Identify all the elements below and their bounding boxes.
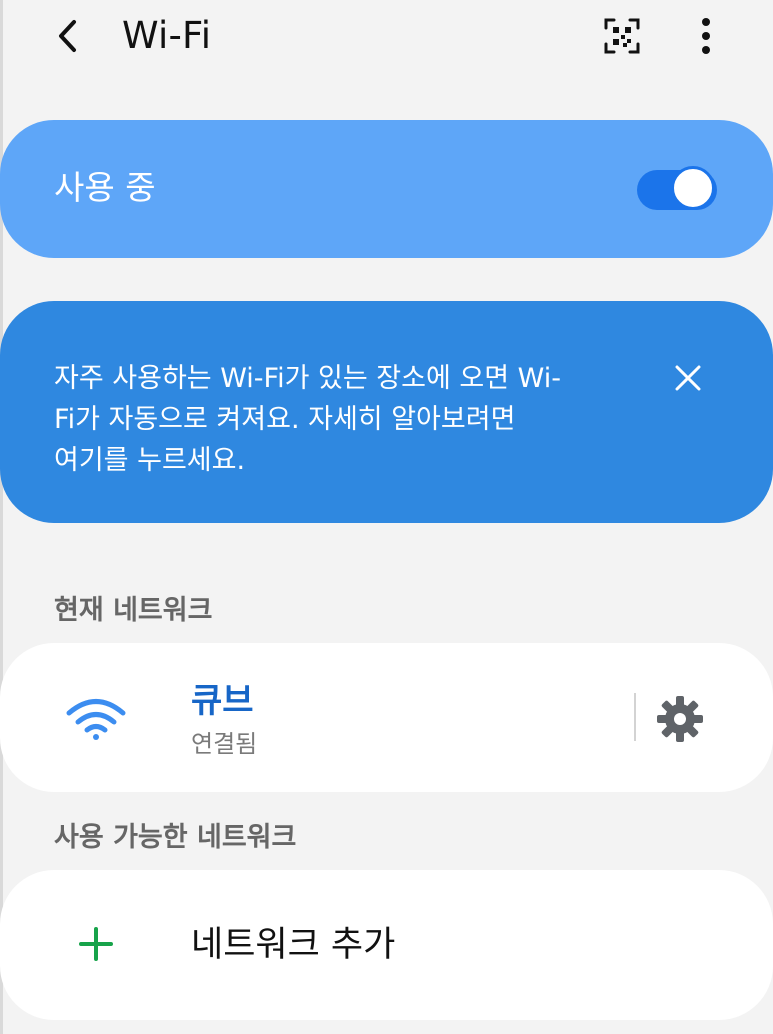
current-network-card[interactable]: 큐브 연결됨 — [0, 643, 773, 792]
chevron-left-icon — [59, 20, 76, 52]
back-button[interactable] — [44, 12, 92, 60]
network-name: 큐브 — [191, 681, 254, 721]
wifi-switch[interactable] — [637, 166, 717, 214]
current-network-section-title: 현재 네트워크 — [54, 595, 213, 626]
add-network-card[interactable]: 네트워크 추가 — [0, 870, 773, 1020]
network-divider — [634, 693, 636, 741]
gear-icon — [657, 696, 703, 742]
auto-wifi-tip-card[interactable]: 자주 사용하는 Wi-Fi가 있는 장소에 오면 Wi- Fi가 자동으로 켜져… — [0, 301, 773, 523]
qr-code-button[interactable] — [598, 12, 646, 60]
plus-icon — [79, 927, 113, 961]
wifi-toggle-card[interactable]: 사용 중 — [0, 120, 773, 258]
more-vertical-icon — [702, 18, 710, 54]
tip-close-button[interactable] — [664, 354, 712, 402]
top-app-bar: Wi-Fi — [0, 0, 773, 72]
auto-wifi-tip-text: 자주 사용하는 Wi-Fi가 있는 장소에 오면 Wi- Fi가 자동으로 켜져… — [54, 363, 562, 476]
available-network-section-title: 사용 가능한 네트워크 — [54, 822, 297, 853]
switch-knob — [671, 166, 715, 210]
more-options-button[interactable] — [682, 12, 730, 60]
wifi-toggle-label: 사용 중 — [54, 168, 156, 207]
network-settings-button[interactable] — [654, 693, 706, 745]
close-icon — [675, 365, 701, 391]
add-network-label: 네트워크 추가 — [191, 925, 396, 965]
wifi-icon — [66, 699, 126, 740]
network-status: 연결됨 — [191, 730, 258, 758]
qr-code-icon — [604, 18, 640, 54]
page-title: Wi-Fi — [122, 14, 212, 57]
